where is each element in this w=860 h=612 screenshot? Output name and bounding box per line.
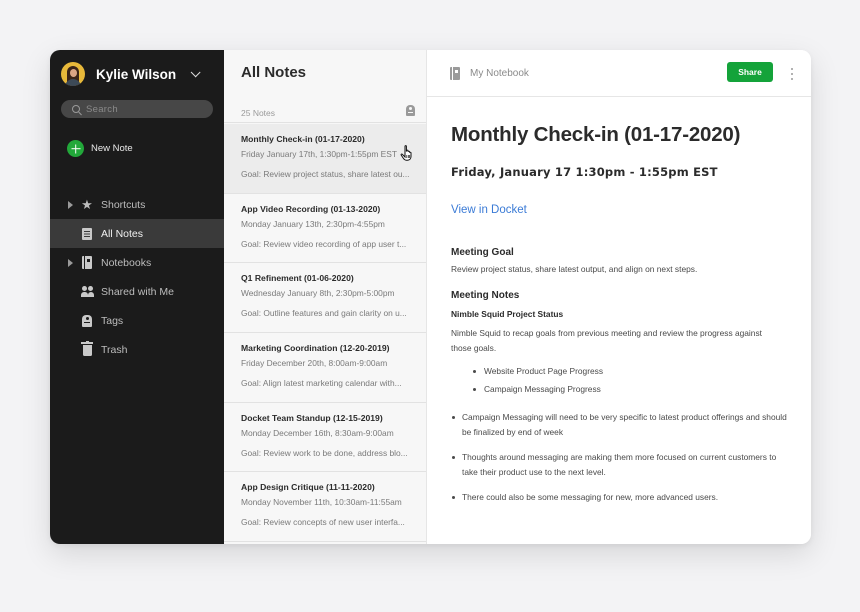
sidebar-item-shortcuts[interactable]: ★ Shortcuts [50, 190, 224, 219]
share-button[interactable]: Share [727, 62, 773, 82]
bullet-item: Website Product Page Progress [473, 366, 603, 384]
search-box[interactable] [61, 100, 213, 118]
hand-cursor-icon [400, 145, 412, 161]
note-date: Monday December 16th, 8:30am-9:00am [241, 427, 394, 438]
note-date: Friday January 17th, 1:30pm-1:55pm EST [241, 149, 397, 159]
sidebar-item-shared-with-me[interactable]: Shared with Me [50, 277, 224, 306]
notes-list-panel: All Notes 25 Notes Monthly Check-in (01-… [224, 50, 427, 544]
notebook-icon [81, 256, 93, 269]
search-input[interactable] [86, 103, 206, 115]
star-icon: ★ [81, 197, 93, 212]
bullet-list: Campaign Messaging will need to be very … [451, 410, 791, 515]
meeting-goal-text: Review project status, share latest outp… [451, 264, 698, 274]
note-list-item[interactable]: Monthly Check-in (01-17-2020) Friday Jan… [224, 124, 426, 194]
bullet-item: Campaign Messaging will need to be very … [451, 410, 791, 440]
notes-count-row: 25 Notes [224, 103, 426, 123]
notebook-icon [450, 67, 460, 80]
note-snippet: Goal: Align latest marketing calendar wi… [241, 378, 402, 389]
sidebar-item-label: Shortcuts [101, 198, 146, 211]
recap-text: Nimble Squid to recap goals from previou… [451, 328, 762, 353]
note-list-item[interactable]: Docket Team Standup (12-15-2019) Monday … [224, 402, 426, 473]
sub-bullet-list: Website Product Page Progress Campaign M… [473, 366, 603, 402]
note-snippet: Goal: Review concepts of new user interf… [241, 517, 405, 528]
expand-caret-icon[interactable] [68, 200, 73, 209]
bullet-item: There could also be some messaging for n… [451, 490, 791, 505]
note-icon [81, 227, 93, 240]
note-date: Monday November 11th, 10:30am-11:55am [241, 497, 402, 508]
note-date: Monday January 13th, 2:30pm-4:55pm [241, 218, 385, 229]
note-list-item[interactable]: App Video Recording (01-13-2020) Monday … [224, 193, 426, 264]
user-menu[interactable]: Kylie Wilson [61, 62, 201, 86]
editor-header: My Notebook Share [427, 50, 811, 97]
search-icon [72, 105, 80, 113]
notebook-label[interactable]: My Notebook [470, 68, 529, 79]
note-title: App Video Recording (01-13-2020) [241, 203, 381, 214]
avatar [61, 62, 85, 86]
new-note-button[interactable]: New Note [67, 140, 133, 157]
user-name: Kylie Wilson [96, 66, 177, 82]
app-window: Kylie Wilson New Note ★ Shortcuts All No… [50, 50, 811, 544]
sidebar-item-trash[interactable]: Trash [50, 335, 224, 364]
meeting-notes-heading: Meeting Notes [451, 290, 520, 301]
bullet-item: Campaign Messaging Progress [473, 384, 603, 402]
note-title: App Design Critique (11-11-2020) [241, 482, 375, 493]
notes-count: 25 Notes [241, 108, 276, 118]
sidebar-item-all-notes[interactable]: All Notes [50, 219, 224, 248]
tag-icon [81, 314, 93, 327]
trash-icon [81, 340, 93, 356]
sidebar: Kylie Wilson New Note ★ Shortcuts All No… [50, 50, 224, 544]
people-icon [81, 286, 94, 298]
note-title: Docket Team Standup (12-15-2019) [241, 412, 383, 423]
sidebar-item-label: Trash [101, 343, 128, 356]
sidebar-item-label: All Notes [101, 227, 144, 240]
sidebar-item-notebooks[interactable]: Notebooks [50, 248, 224, 277]
chevron-down-icon[interactable] [190, 66, 201, 77]
meeting-goal-heading: Meeting Goal [451, 247, 514, 258]
note-datetime: Friday, January 17 1:30pm - 1:55pm EST [451, 165, 718, 179]
notes-list-title: All Notes [241, 64, 307, 81]
tag-filter-icon[interactable] [406, 105, 415, 116]
note-title-heading: Monthly Check-in (01-17-2020) [451, 123, 741, 146]
note-date: Wednesday January 8th, 2:30pm-5:00pm [241, 288, 395, 299]
project-status-heading: Nimble Squid Project Status [451, 309, 564, 319]
note-snippet: Goal: Review project status, share lates… [241, 169, 410, 179]
sidebar-item-label: Shared with Me [101, 285, 174, 298]
view-in-docket-link[interactable]: View in Docket [451, 204, 527, 216]
note-list-item[interactable]: App Design Critique (11-11-2020) Monday … [224, 472, 426, 543]
sidebar-item-tags[interactable]: Tags [50, 306, 224, 335]
note-title: Monthly Check-in (01-17-2020) [241, 134, 365, 144]
more-options-icon[interactable] [789, 67, 795, 81]
note-snippet: Goal: Outline features and gain clarity … [241, 308, 407, 319]
sidebar-nav: ★ Shortcuts All Notes Notebooks Shared w… [50, 190, 224, 364]
sidebar-item-label: Notebooks [101, 256, 152, 269]
note-title: Marketing Coordination (12-20-2019) [241, 343, 390, 354]
note-date: Friday December 20th, 8:00am-9:00am [241, 358, 388, 369]
plus-icon [67, 140, 84, 157]
note-snippet: Goal: Review video recording of app user… [241, 238, 407, 249]
note-list-item[interactable]: Q1 Refinement (01-06-2020) Wednesday Jan… [224, 263, 426, 334]
note-snippet: Goal: Review work to be done, address bl… [241, 447, 408, 458]
bullet-item: Thoughts around messaging are making the… [451, 450, 791, 480]
note-list-item[interactable]: Marketing Coordination (12-20-2019) Frid… [224, 333, 426, 403]
sidebar-item-label: Tags [101, 314, 124, 327]
note-title: Q1 Refinement (01-06-2020) [241, 273, 354, 284]
expand-caret-icon[interactable] [68, 258, 73, 267]
note-editor: My Notebook Share Monthly Check-in (01-1… [427, 50, 811, 544]
note-list: Monthly Check-in (01-17-2020) Friday Jan… [224, 124, 426, 543]
new-note-label: New Note [91, 143, 133, 154]
